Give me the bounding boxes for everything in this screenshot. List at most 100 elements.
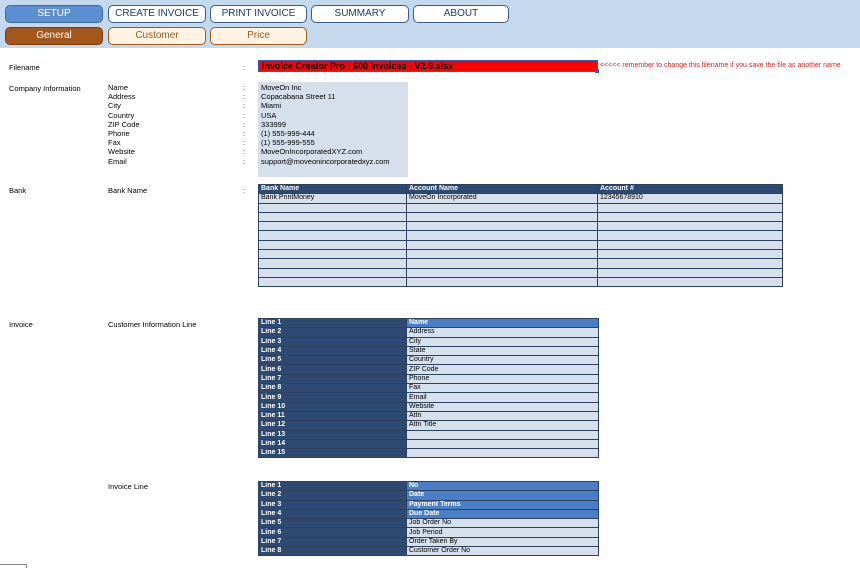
table-cell[interactable]: 12345678910 — [597, 193, 783, 204]
line-value[interactable]: Address — [406, 327, 599, 338]
field-label: Fax — [108, 138, 121, 148]
line-value[interactable] — [406, 448, 599, 459]
line-label: Line 15 — [258, 448, 407, 459]
line-value[interactable]: Website — [406, 401, 599, 412]
table-row — [258, 267, 783, 278]
tab-about[interactable]: ABOUT — [413, 5, 509, 23]
table-cell[interactable] — [406, 276, 598, 288]
company-phone-field[interactable]: (1) 555-999-444 — [258, 129, 408, 138]
bank-table: Bank Name Account Name Account # Bank Print… — [258, 183, 783, 288]
line-value[interactable]: ZIP Code — [406, 364, 599, 375]
table-cell[interactable] — [258, 239, 407, 251]
company-zip-field[interactable]: 333999 — [258, 120, 408, 129]
sheet-tab[interactable] — [0, 564, 27, 568]
table-cell[interactable] — [406, 211, 598, 223]
company-country-field[interactable]: USA — [258, 111, 408, 120]
line-value[interactable] — [406, 429, 599, 440]
table-row: Line 8 Fax — [258, 383, 599, 394]
table-row: Line 15 — [258, 448, 599, 459]
table-cell[interactable] — [406, 239, 598, 251]
table-cell[interactable] — [597, 239, 783, 251]
company-city-field[interactable]: Miami — [258, 101, 408, 110]
company-section-label: Company Information — [9, 84, 81, 93]
line-value[interactable]: Attn Title — [406, 420, 599, 431]
line-value[interactable]: Order Taken By — [406, 536, 599, 548]
line-value[interactable]: Email — [406, 392, 599, 403]
table-cell[interactable] — [406, 221, 598, 232]
line-label: Line 6 — [258, 527, 407, 538]
tab-summary[interactable]: SUMMARY — [311, 5, 409, 23]
table-row: Line 8 Customer Order No — [258, 546, 599, 557]
table-row: Line 12 Attn Title — [258, 420, 599, 431]
tab-print-invoice[interactable]: PRINT INVOICE — [210, 5, 307, 23]
line-value[interactable]: State — [406, 345, 599, 357]
table-cell[interactable] — [406, 202, 598, 213]
table-cell[interactable] — [258, 221, 407, 232]
line-label: Line 3 — [258, 499, 407, 510]
subtab-customer[interactable]: Customer — [108, 27, 206, 45]
table-row: Line 3 Payment Terms — [258, 499, 599, 510]
filename-field[interactable]: Invoice Creator Pro - 600 Invoices - V2.… — [258, 60, 598, 72]
cell-resize-handle[interactable] — [595, 69, 599, 73]
table-cell[interactable] — [258, 249, 407, 260]
company-email-field[interactable]: support@moveonincorporatedxyz.com — [258, 157, 408, 166]
company-colons: : : : : : : : : : — [243, 83, 245, 166]
table-row: Line 3 City — [258, 336, 599, 347]
table-cell[interactable] — [258, 202, 407, 213]
table-cell[interactable]: MoveOn Incorporated — [406, 193, 598, 204]
table-cell[interactable]: Bank PrintMoney — [258, 193, 407, 204]
line-value[interactable]: Job Period — [406, 527, 599, 538]
line-value[interactable]: Country — [406, 355, 599, 366]
table-cell[interactable] — [597, 211, 783, 223]
line-value[interactable] — [406, 438, 599, 450]
line-value[interactable]: Phone — [406, 373, 599, 385]
table-cell[interactable] — [597, 221, 783, 232]
table-cell[interactable] — [406, 258, 598, 269]
line-value[interactable]: City — [406, 336, 599, 347]
table-cell[interactable] — [258, 230, 407, 241]
table-cell[interactable] — [597, 202, 783, 213]
line-label: Line 8 — [258, 383, 407, 394]
table-row: Line 9 Email — [258, 392, 599, 403]
subtab-general[interactable]: General — [5, 27, 103, 45]
table-cell[interactable] — [258, 211, 407, 223]
table-cell[interactable] — [597, 267, 783, 278]
line-value[interactable]: Attn — [406, 410, 599, 422]
table-cell[interactable] — [406, 230, 598, 241]
company-website-field[interactable]: MoveOnIncorporatedXYZ.com — [258, 147, 408, 156]
line-value[interactable]: Job Order No — [406, 518, 599, 529]
table-row: Line 7 Phone — [258, 373, 599, 385]
tab-create-invoice[interactable]: CREATE INVOICE — [108, 5, 206, 23]
table-row: Line 10 Website — [258, 401, 599, 412]
company-values: MoveOn Inc Copacabana Street 11 Miami US… — [258, 82, 408, 177]
table-row: Line 1 Name — [258, 317, 599, 329]
line-value[interactable]: Due Date — [406, 508, 599, 520]
field-label: Phone — [108, 128, 130, 138]
table-cell[interactable] — [597, 276, 783, 288]
line-value[interactable]: Fax — [406, 383, 599, 394]
line-value[interactable]: Name — [406, 317, 599, 329]
tab-setup[interactable]: SETUP — [5, 5, 103, 23]
table-cell[interactable] — [406, 249, 598, 260]
table-cell[interactable] — [597, 230, 783, 241]
table-cell[interactable] — [597, 249, 783, 260]
company-address-field[interactable]: Copacabana Street 11 — [258, 92, 408, 101]
table-cell[interactable] — [258, 267, 407, 278]
table-row: Line 2 Date — [258, 490, 599, 501]
field-label: City — [108, 101, 121, 111]
company-fax-field[interactable]: (1) 555-999-555 — [258, 138, 408, 147]
table-cell[interactable] — [258, 276, 407, 288]
line-label: Line 10 — [258, 401, 407, 412]
table-cell[interactable] — [258, 258, 407, 269]
company-name-field[interactable]: MoveOn Inc — [258, 83, 408, 92]
line-label: Line 5 — [258, 355, 407, 366]
line-value[interactable]: Payment Terms — [406, 499, 599, 510]
table-cell[interactable] — [597, 258, 783, 269]
line-value[interactable]: No — [406, 480, 599, 492]
filename-label: Filename — [9, 63, 40, 72]
table-cell[interactable] — [406, 267, 598, 278]
line-value[interactable]: Customer Order No — [406, 546, 599, 557]
line-value[interactable]: Date — [406, 490, 599, 501]
invoice-line-table: Line 1 No Line 2 Date Line 3 Payment Terms Lin… — [258, 480, 599, 557]
subtab-price[interactable]: Price — [210, 27, 307, 45]
